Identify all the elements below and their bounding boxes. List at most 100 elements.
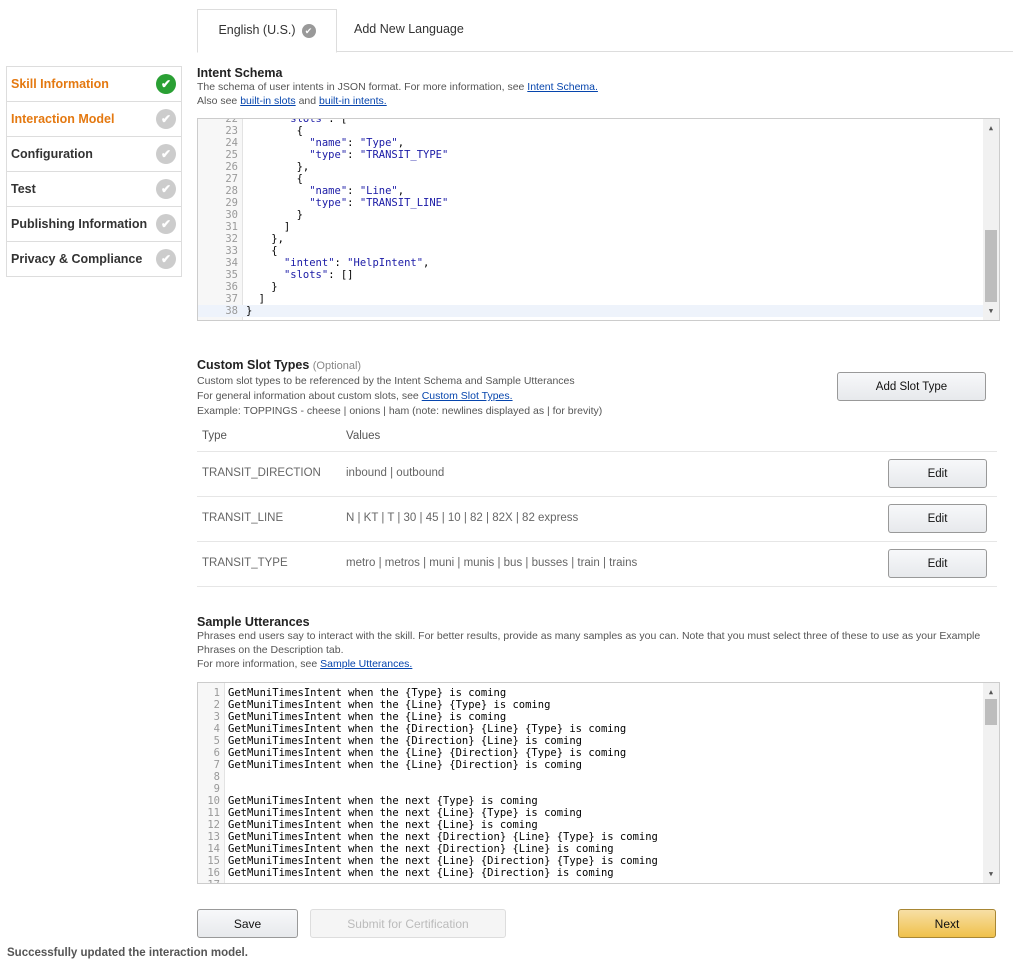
sample-utterances-link[interactable]: Sample Utterances.: [320, 658, 412, 670]
code-line: 29 "type": "TRANSIT_LINE": [198, 197, 983, 209]
code-line: 1 GetMuniTimesIntent when the {Type} is c…: [198, 687, 983, 699]
code-text: GetMuniTimesIntent when the next {Line} …: [228, 855, 658, 867]
edit-button[interactable]: Edit: [888, 549, 987, 578]
line-number: 12: [207, 819, 220, 831]
sidebar: Skill Information ✔ Interaction Model ✔ …: [6, 66, 182, 277]
code-line: 35 "slots": []: [198, 269, 983, 281]
line-number: 10: [207, 795, 220, 807]
table-header: Type Values: [197, 421, 997, 452]
edit-button[interactable]: Edit: [888, 459, 987, 488]
code-line: 5 GetMuniTimesIntent when the {Direction}…: [198, 735, 983, 747]
line-number: 14: [207, 843, 220, 855]
scroll-down-icon[interactable]: ▼: [983, 304, 999, 318]
slot-type-name: TRANSIT_TYPE: [202, 557, 288, 569]
code-line: 11 GetMuniTimesIntent when the next {Line…: [198, 807, 983, 819]
code-text: GetMuniTimesIntent when the next {Line} …: [228, 867, 614, 879]
utterances-desc-3: For more information, see: [197, 658, 321, 670]
intent-schema-scrollbar[interactable]: ▲ ▼: [983, 119, 999, 320]
sidebar-item-skill-information[interactable]: Skill Information ✔: [7, 67, 181, 102]
col-values-header: Values: [346, 430, 381, 442]
scroll-up-icon[interactable]: ▲: [983, 121, 999, 135]
tab-english-us-label: English (U.S.): [218, 23, 296, 37]
edit-button[interactable]: Edit: [888, 504, 987, 533]
custom-slots-desc-1: Custom slot types to be referenced by th…: [197, 375, 575, 387]
code-text: {: [246, 125, 303, 137]
sidebar-item-label: Test: [11, 182, 36, 196]
sidebar-item-label: Skill Information: [11, 77, 109, 91]
sidebar-item-configuration[interactable]: Configuration ✔: [7, 137, 181, 172]
code-text: GetMuniTimesIntent when the {Direction} …: [228, 723, 627, 735]
scrollbar-thumb[interactable]: [985, 699, 997, 725]
code-text: "name": "Type",: [309, 137, 405, 149]
sidebar-item-test[interactable]: Test ✔: [7, 172, 181, 207]
intent-schema-desc-text: The schema of user intents in JSON forma…: [197, 81, 528, 93]
custom-slots-desc-2: For general information about custom slo…: [197, 390, 422, 402]
line-number: 29: [225, 197, 238, 209]
line-number: 5: [213, 735, 220, 747]
sidebar-item-label: Configuration: [11, 147, 93, 161]
sidebar-item-privacy-compliance[interactable]: Privacy & Compliance ✔: [7, 242, 181, 277]
check-icon: ✔: [156, 144, 176, 164]
built-in-slots-link[interactable]: built-in slots: [240, 95, 295, 107]
code-line: 7 GetMuniTimesIntent when the {Line} {Dir…: [198, 759, 983, 771]
line-number: 32: [225, 233, 238, 245]
slot-type-values: N | KT | T | 30 | 45 | 10 | 82 | 82X | 8…: [346, 512, 579, 524]
scroll-down-icon[interactable]: ▼: [983, 867, 999, 881]
code-line: 33 {: [198, 245, 983, 257]
intent-schema-editor[interactable]: 22 "slots": [23 {24 "name": "Type", 25 "t…: [197, 118, 1000, 321]
code-line: 13 GetMuniTimesIntent when the next {Dire…: [198, 831, 983, 843]
tab-english-us[interactable]: English (U.S.) ✔: [197, 9, 337, 53]
sidebar-item-interaction-model[interactable]: Interaction Model ✔: [7, 102, 181, 137]
sidebar-item-label: Interaction Model: [11, 112, 115, 126]
code-line: 15 GetMuniTimesIntent when the next {Line…: [198, 855, 983, 867]
line-number: 35: [225, 269, 238, 281]
scrollbar-thumb[interactable]: [985, 230, 997, 302]
code-text: "intent": "HelpIntent",: [283, 257, 430, 269]
scroll-up-icon[interactable]: ▲: [983, 685, 999, 699]
code-line: 14 GetMuniTimesIntent when the next {Dire…: [198, 843, 983, 855]
intent-schema-link[interactable]: Intent Schema.: [527, 81, 598, 93]
check-icon: ✔: [156, 249, 176, 269]
line-number: 24: [225, 137, 238, 149]
code-text: GetMuniTimesIntent when the {Type} is co…: [228, 687, 507, 699]
code-line: 25 "type": "TRANSIT_TYPE": [198, 149, 983, 161]
line-number: 31: [225, 221, 238, 233]
line-number: 15: [207, 855, 220, 867]
line-number: 6: [213, 747, 220, 759]
built-in-intents-link[interactable]: built-in intents.: [319, 95, 387, 107]
sidebar-item-publishing-information[interactable]: Publishing Information ✔: [7, 207, 181, 242]
submit-for-certification-button[interactable]: Submit for Certification: [310, 909, 506, 938]
slot-type-name: TRANSIT_DIRECTION: [202, 467, 321, 479]
language-tabs: English (U.S.) ✔ Add New Language: [197, 9, 1013, 53]
code-text: GetMuniTimesIntent when the {Line} is co…: [228, 711, 507, 723]
sample-utterances-editor[interactable]: 1 GetMuniTimesIntent when the {Type} is c…: [197, 682, 1000, 884]
tab-add-new-language[interactable]: Add New Language: [354, 9, 464, 50]
code-text: ]: [246, 293, 265, 305]
custom-slot-types-link[interactable]: Custom Slot Types.: [422, 390, 513, 402]
save-button[interactable]: Save: [197, 909, 298, 938]
line-number: 27: [225, 173, 238, 185]
check-icon: ✔: [156, 74, 176, 94]
line-number: 3: [213, 711, 220, 723]
line-number: 11: [207, 807, 220, 819]
code-text: {: [246, 173, 303, 185]
code-text: GetMuniTimesIntent when the next {Direct…: [228, 831, 658, 843]
code-text: "name": "Line",: [309, 185, 405, 197]
add-slot-type-button[interactable]: Add Slot Type: [837, 372, 986, 401]
code-text: },: [246, 161, 310, 173]
line-number: 8: [213, 771, 220, 783]
intent-schema-code: 22 "slots": [23 {24 "name": "Type", 25 "t…: [198, 119, 983, 317]
code-text: GetMuniTimesIntent when the next {Line} …: [228, 807, 583, 819]
slot-type-name: TRANSIT_LINE: [202, 512, 284, 524]
code-line: 23 {: [198, 125, 983, 137]
line-number: 16: [207, 867, 220, 879]
code-line: 10 GetMuniTimesIntent when the next {Type…: [198, 795, 983, 807]
code-line: 9: [198, 783, 983, 795]
sample-utterances-scrollbar[interactable]: ▲ ▼: [983, 683, 999, 883]
intent-schema-description: The schema of user intents in JSON forma…: [197, 80, 598, 108]
utterances-desc-2: Phrases on the Description tab.: [197, 644, 344, 656]
line-number: 13: [207, 831, 220, 843]
line-number: 37: [225, 293, 238, 305]
code-line: 36 }: [198, 281, 983, 293]
next-button[interactable]: Next: [898, 909, 996, 938]
